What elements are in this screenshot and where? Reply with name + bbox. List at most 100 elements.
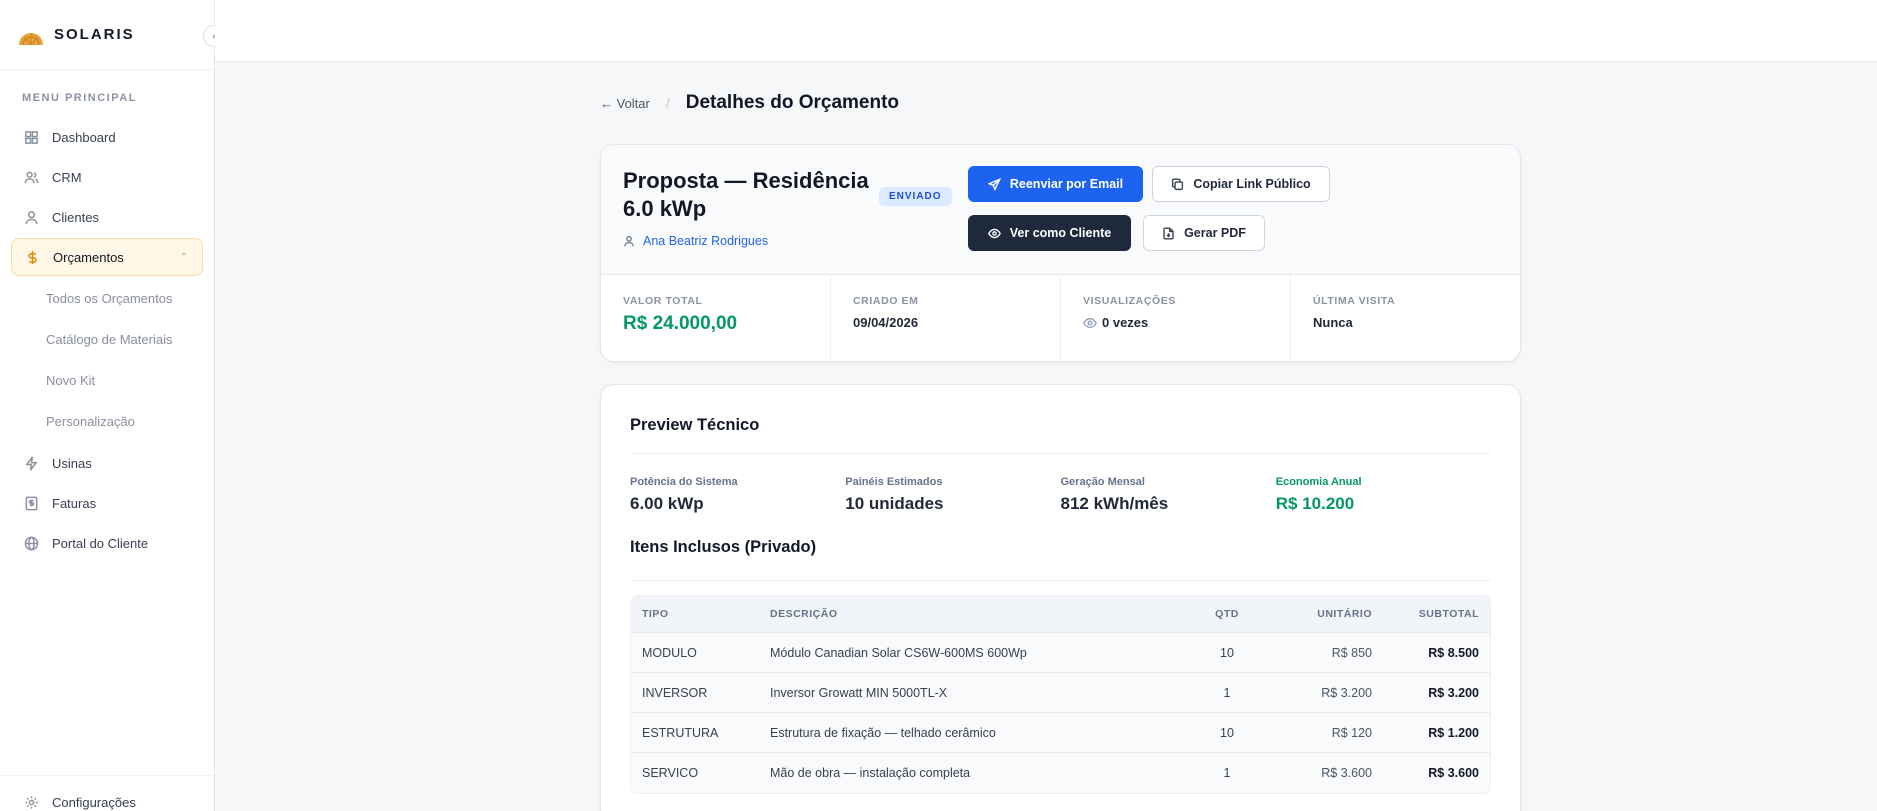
generate-pdf-button[interactable]: Gerar PDF <box>1143 215 1265 251</box>
cell-description: Inversor Growatt MIN 5000TL-X <box>770 685 948 700</box>
stat-label: VALOR TOTAL <box>623 295 703 307</box>
cell-type: ESTRUTURA <box>642 725 719 740</box>
sidebar-item-dashboard[interactable]: Dashboard <box>11 118 203 156</box>
sidebar-item-usinas[interactable]: Usinas <box>11 444 203 482</box>
copy-icon <box>1172 178 1184 190</box>
metric-annual-savings: Economia Anual R$ 10.200 <box>1276 476 1491 535</box>
stat-last-visit: ÚLTIMA VISITA Nunca <box>1291 275 1520 361</box>
quote-title: Proposta — Residência 6.0 kWp <box>623 168 869 221</box>
sidebar-item-label: Configurações <box>52 794 136 810</box>
table-row: INVERSOR Inversor Growatt MIN 5000TL-X 1… <box>631 673 1490 713</box>
cell-type: MODULO <box>642 645 697 660</box>
cell-subtotal: R$ 1.200 <box>1428 725 1479 740</box>
main-content: ← Voltar / Detalhes do Orçamento Propost… <box>600 62 1521 811</box>
users-icon <box>23 169 39 185</box>
client-name: Ana Beatriz Rodrigues <box>643 234 769 248</box>
resend-email-button[interactable]: Reenviar por Email <box>968 166 1143 202</box>
invoice-icon <box>23 495 39 511</box>
sidebar-item-orcamentos[interactable]: Orçamentos ⌃ <box>11 238 203 276</box>
chevron-up-icon: ⌃ <box>179 251 188 263</box>
status-badge: ENVIADO <box>879 187 952 206</box>
metric-label: Economia Anual <box>1275 476 1362 488</box>
column-header-type: TIPO <box>642 608 669 620</box>
sidebar: SOLARIS ‹ MENU PRINCIPAL Dashboard CRM C… <box>0 0 225 811</box>
table-row: ESTRUTURA Estrutura de fixação — telhado… <box>631 713 1490 753</box>
sidebar-item-clientes[interactable]: Clientes <box>11 198 203 236</box>
column-header-unit-price: UNITÁRIO <box>1317 608 1372 620</box>
quote-summary-card: Proposta — Residência 6.0 kWp ENVIADO An… <box>600 144 1521 362</box>
eye-icon <box>1083 317 1097 328</box>
sidebar-item-portal-cliente[interactable]: Portal do Cliente <box>11 524 203 562</box>
client-link[interactable]: Ana Beatriz Rodrigues <box>623 234 768 248</box>
sidebar-item-faturas[interactable]: Faturas <box>11 484 203 522</box>
stat-views: VISUALIZAÇÕES 0 vezes <box>1061 275 1291 361</box>
stat-label: CRIADO EM <box>853 295 919 307</box>
sidebar-item-label: Portal do Cliente <box>52 535 149 551</box>
pdf-label: Gerar PDF <box>1184 226 1246 240</box>
sidebar-item-label: Usinas <box>52 455 92 471</box>
sidebar-item-label: Faturas <box>52 495 97 511</box>
sidebar-subitem-catalogo-materiais[interactable]: Catálogo de Materiais <box>0 319 214 360</box>
metric-label: Geração Mensal <box>1060 476 1145 488</box>
sidebar-item-configuracoes[interactable]: Configurações <box>11 790 203 811</box>
metric-label: Painéis Estimados <box>845 476 943 488</box>
cell-unit-price: R$ 850 <box>1331 645 1372 660</box>
sun-logo-icon <box>19 32 43 45</box>
copy-public-link-button[interactable]: Copiar Link Público <box>1152 166 1330 202</box>
cell-qty: 1 <box>1223 685 1231 700</box>
metric-label: Potência do Sistema <box>630 476 738 488</box>
brand-name: SOLARIS <box>54 26 135 43</box>
technical-metrics: Potência do Sistema 6.00 kWp Painéis Est… <box>630 454 1491 535</box>
metric-value: R$ 10.200 <box>1275 494 1355 513</box>
top-bar <box>215 0 1877 62</box>
cell-description: Mão de obra — instalação completa <box>770 766 971 780</box>
stat-value: 0 vezes <box>1102 315 1149 330</box>
cell-qty: 10 <box>1220 725 1234 740</box>
column-header-description: DESCRIÇÃO <box>770 608 838 620</box>
brand[interactable]: SOLARIS ‹ <box>0 0 225 70</box>
sidebar-item-label: Dashboard <box>52 129 116 145</box>
cell-type: INVERSOR <box>642 685 708 700</box>
cell-unit-price: R$ 120 <box>1331 725 1372 740</box>
metric-value: 6.00 kWp <box>630 494 704 513</box>
cell-subtotal: R$ 8.500 <box>1428 645 1479 660</box>
cell-subtotal: R$ 3.600 <box>1428 766 1479 780</box>
stat-created-at: CRIADO EM 09/04/2026 <box>831 275 1061 361</box>
sidebar-footer: Configurações <box>0 775 214 811</box>
column-header-qty: QTD <box>1215 608 1239 620</box>
sidebar-item-crm[interactable]: CRM <box>11 158 203 196</box>
view-as-client-button[interactable]: Ver como Cliente <box>968 215 1131 251</box>
stat-value-views: 0 vezes <box>1083 315 1268 330</box>
dollar-icon <box>24 249 40 265</box>
bolt-icon <box>23 455 39 471</box>
resend-email-label: Reenviar por Email <box>1009 177 1124 191</box>
eye-icon <box>987 228 1001 238</box>
sidebar-subitem-todos-orcamentos[interactable]: Todos os Orçamentos <box>0 278 214 319</box>
quote-stats: VALOR TOTAL R$ 24.000,00 CRIADO EM 09/04… <box>601 275 1520 361</box>
stat-value: Nunca <box>1313 315 1353 330</box>
cell-qty: 10 <box>1220 645 1234 660</box>
sidebar-item-label: Orçamentos <box>53 249 124 265</box>
table-row: MODULO Módulo Canadian Solar CS6W-600MS … <box>631 633 1490 673</box>
sidebar-item-label: CRM <box>52 169 82 185</box>
stat-value: R$ 24.000,00 <box>623 313 738 334</box>
cell-unit-price: R$ 3.600 <box>1321 766 1372 780</box>
metric-system-power: Potência do Sistema 6.00 kWp <box>630 476 845 535</box>
metric-estimated-panels: Painéis Estimados 10 unidades <box>845 476 1060 535</box>
stat-value: 09/04/2026 <box>853 315 919 330</box>
sidebar-subitem-personalizacao[interactable]: Personalização <box>0 401 214 442</box>
send-icon <box>987 177 1001 191</box>
cell-qty: 1 <box>1223 766 1231 780</box>
page-title: Detalhes do Orçamento <box>685 92 900 113</box>
items-table: TIPO DESCRIÇÃO QTD UNITÁRIO SUBTOTAL MOD… <box>630 595 1491 794</box>
sidebar-subitem-novo-kit[interactable]: Novo Kit <box>0 360 214 401</box>
metric-value: 812 kWh/mês <box>1060 494 1169 513</box>
back-link[interactable]: ← Voltar <box>600 96 650 111</box>
user-icon <box>624 235 634 247</box>
included-items-title: Itens Inclusos (Privado) <box>630 535 1491 581</box>
cell-description: Módulo Canadian Solar CS6W-600MS 600Wp <box>770 645 1027 660</box>
table-row: SERVICO Mão de obra — instalação complet… <box>631 753 1490 793</box>
file-download-icon <box>1163 227 1174 239</box>
gear-icon <box>23 794 39 810</box>
stat-total-value: VALOR TOTAL R$ 24.000,00 <box>601 275 831 361</box>
